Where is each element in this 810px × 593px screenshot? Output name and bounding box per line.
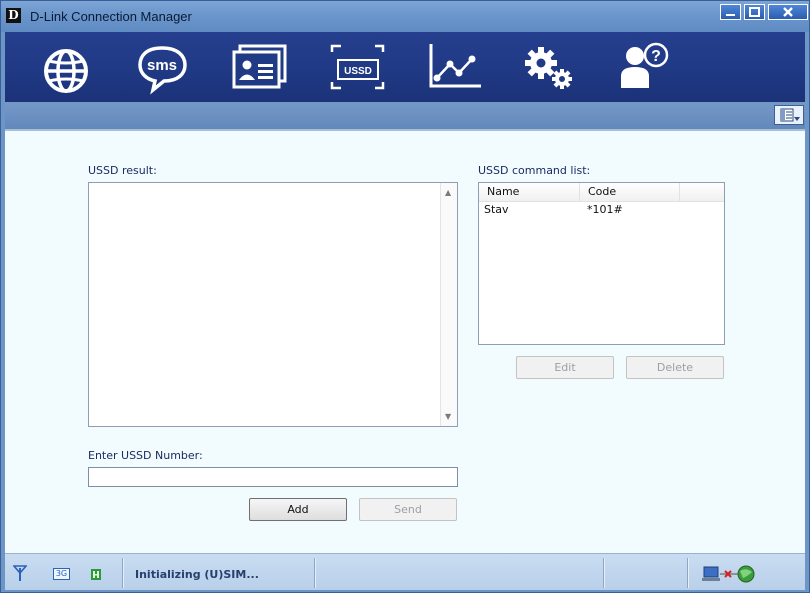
toolbar-sms-button[interactable]: sms [131,38,193,96]
maximize-button[interactable] [744,4,765,20]
close-button[interactable] [768,4,808,20]
vertical-scrollbar[interactable]: ▲ ▼ [440,183,457,426]
command-name: Stav [484,203,509,216]
ussd-result-textarea[interactable]: ▲ ▼ [88,182,458,427]
toolbar-ussd-button[interactable]: USSD [327,38,389,96]
list-item[interactable]: Stav *101# [479,202,724,218]
toolbar-statistics-button[interactable] [423,38,485,96]
sms-bubble-icon: sms [138,46,187,95]
app-logo: D [6,8,21,23]
column-header-name[interactable]: Name [479,183,580,201]
ussd-panel: USSD result: ▲ ▼ Enter USSD Number: Add … [5,129,805,555]
network-type-badge: 3G [53,568,70,580]
user-help-icon: ? [621,42,669,88]
main-toolbar: sms USSD ? [5,32,805,102]
maximize-icon [749,7,760,17]
status-divider [687,558,689,588]
ussd-command-list-label: USSD command list: [478,164,591,177]
status-divider [603,558,605,588]
svg-text:sms: sms [147,57,177,74]
send-button[interactable]: Send [359,498,457,521]
scroll-up-icon[interactable]: ▲ [445,188,451,197]
status-bar: 3G Initializing (U)SIM... [5,553,805,590]
connection-status-icon [702,565,755,583]
toolbar-internet-button[interactable] [35,38,97,96]
window-title: D-Link Connection Manager [30,9,192,24]
close-icon [783,7,793,17]
add-button[interactable]: Add [249,498,347,521]
edit-button[interactable]: Edit [516,356,614,379]
toolbar-contacts-button[interactable] [227,38,289,96]
title-bar[interactable]: D D-Link Connection Manager [1,1,809,32]
window-list-icon [780,108,800,122]
status-text: Initializing (U)SIM... [135,568,259,581]
gears-icon [525,47,572,89]
app-window: D D-Link Connection Manager sms USSD ? U… [0,0,810,593]
sim-card-icon [91,569,101,580]
scroll-down-icon[interactable]: ▼ [445,412,451,421]
list-header: Name Code [479,183,724,202]
view-toggle-button[interactable] [774,105,804,125]
column-header-code[interactable]: Code [580,183,680,201]
toolbar-subbar [5,102,805,129]
ussd-command-list[interactable]: Name Code Stav *101# [478,182,725,345]
status-divider [314,558,316,588]
ussd-result-label: USSD result: [88,164,157,177]
signal-antenna-icon [13,565,27,581]
command-code: *101# [587,203,623,216]
ussd-number-input[interactable] [88,467,458,487]
svg-text:?: ? [651,48,661,65]
minimize-icon [726,14,735,16]
status-divider [122,558,124,588]
toolbar-settings-button[interactable] [519,38,581,96]
delete-button[interactable]: Delete [626,356,724,379]
enter-ussd-label: Enter USSD Number: [88,449,203,462]
chart-icon [429,44,481,88]
minimize-button[interactable] [720,4,741,20]
ussd-icon: USSD [330,44,385,90]
toolbar-help-button[interactable]: ? [613,38,675,96]
contact-card-icon [232,44,287,89]
globe-icon [44,49,88,93]
svg-text:USSD: USSD [344,66,372,77]
